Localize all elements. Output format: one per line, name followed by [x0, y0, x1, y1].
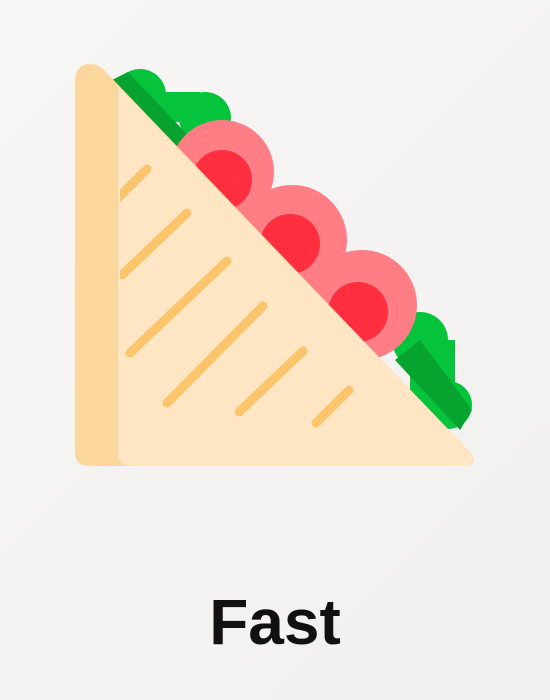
bread-inner — [118, 86, 473, 466]
caption-title: Fast — [209, 586, 341, 658]
sandwich-icon — [75, 64, 474, 466]
fast-card: Fast — [0, 0, 550, 700]
